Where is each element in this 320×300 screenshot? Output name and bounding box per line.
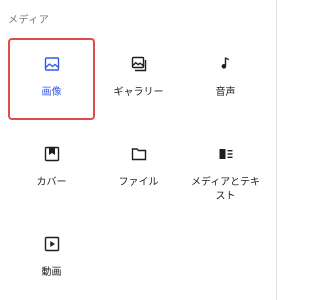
audio-icon: [217, 55, 235, 73]
block-label: 画像: [41, 87, 62, 98]
block-video[interactable]: 動画: [8, 218, 95, 300]
cover-icon: [43, 145, 61, 163]
block-audio[interactable]: 音声: [182, 38, 269, 120]
block-cover[interactable]: カバー: [8, 128, 95, 210]
block-image[interactable]: 画像: [8, 38, 95, 120]
block-label: 動画: [41, 267, 62, 278]
block-inserter-panel: メディア 画像 ギャラリー 音声 カバー ファイル メディアとテキスト 動画: [0, 0, 277, 300]
gallery-icon: [130, 55, 148, 73]
block-media-text[interactable]: メディアとテキスト: [182, 128, 269, 210]
video-icon: [43, 235, 61, 253]
file-icon: [130, 145, 148, 163]
block-label: 音声: [215, 87, 236, 98]
block-gallery[interactable]: ギャラリー: [95, 38, 182, 120]
section-title: メディア: [8, 15, 50, 26]
block-label: カバー: [36, 177, 67, 188]
image-icon: [43, 55, 61, 73]
block-label: ファイル: [118, 177, 159, 188]
block-file[interactable]: ファイル: [95, 128, 182, 210]
media-text-icon: [217, 145, 235, 163]
block-grid: 画像 ギャラリー 音声 カバー ファイル メディアとテキスト 動画: [8, 38, 264, 300]
block-label: ギャラリー: [113, 87, 164, 98]
panel-divider: [276, 0, 277, 300]
block-label: メディアとテキスト: [190, 177, 261, 202]
